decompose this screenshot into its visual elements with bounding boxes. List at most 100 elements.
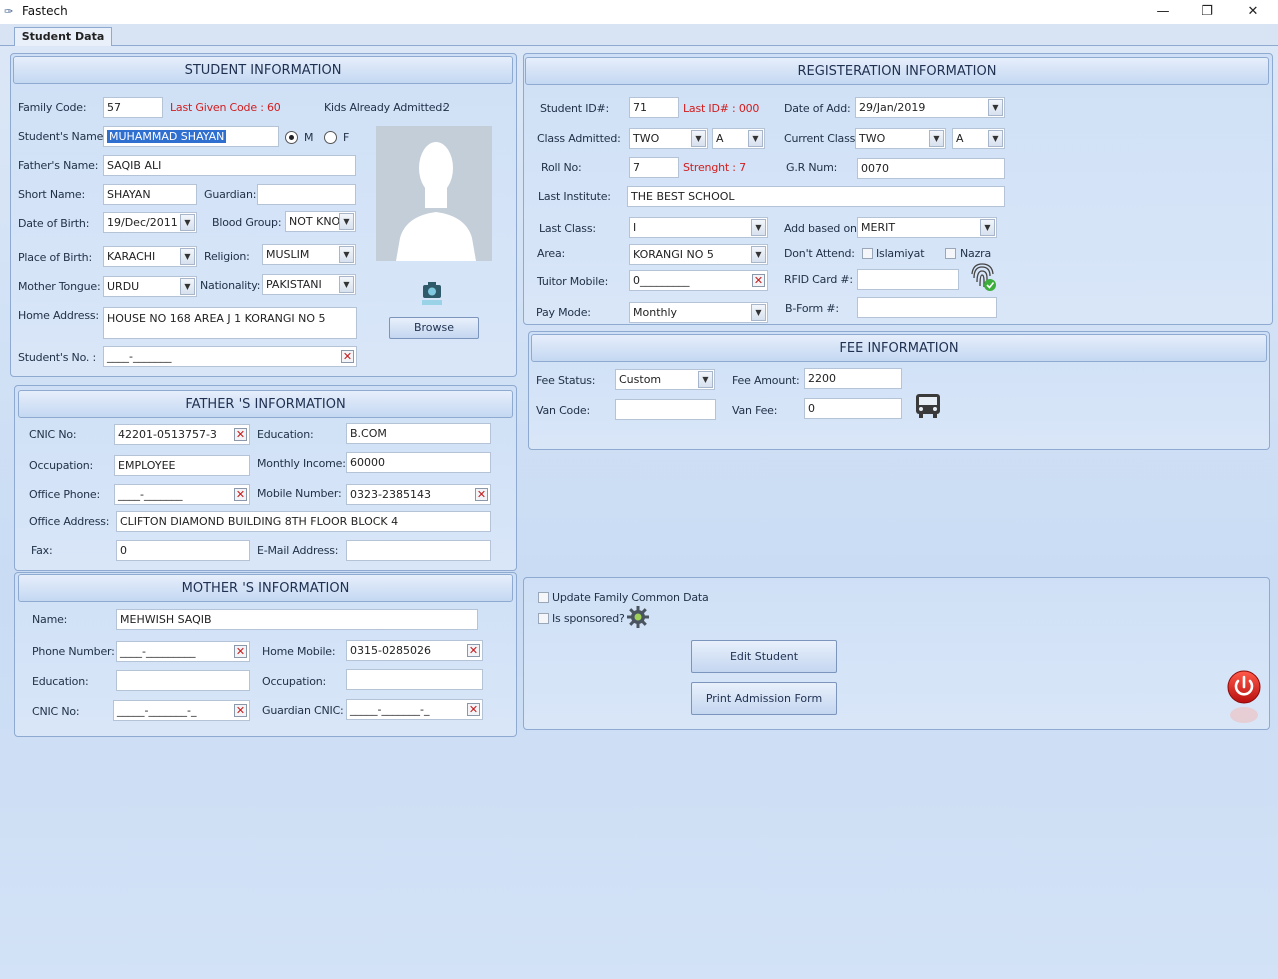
clear-x-icon[interactable]: ✕ — [752, 274, 765, 287]
office-address-input[interactable]: CLIFTON DIAMOND BUILDING 8TH FLOOR BLOCK… — [116, 511, 491, 532]
chevron-down-icon[interactable]: ▼ — [980, 219, 995, 236]
class-admitted-select[interactable]: TWO ▼ — [629, 128, 708, 149]
close-button[interactable]: ✕ — [1230, 1, 1276, 23]
chevron-down-icon[interactable]: ▼ — [691, 130, 706, 147]
father-cnic-input[interactable]: 42201-0513757-3 ✕ — [114, 424, 250, 445]
chevron-down-icon[interactable]: ▼ — [698, 371, 713, 388]
fax-input[interactable]: 0 — [116, 540, 250, 561]
gear-icon[interactable] — [626, 605, 650, 629]
gr-num-input[interactable]: 0070 — [857, 158, 1005, 179]
gender-f-radio[interactable] — [324, 131, 337, 144]
chevron-down-icon[interactable]: ▼ — [339, 276, 354, 293]
tuitor-mobile-value: 0_________ — [633, 274, 690, 287]
browse-button[interactable]: Browse — [389, 317, 479, 339]
pob-select[interactable]: KARACHI ▼ — [103, 246, 197, 267]
father-education-input[interactable]: B.COM — [346, 423, 491, 444]
nationality-select[interactable]: PAKISTANI ▼ — [262, 274, 356, 295]
clear-x-icon[interactable]: ✕ — [234, 428, 247, 441]
nazra-checkbox[interactable] — [945, 248, 956, 259]
clear-x-icon[interactable]: ✕ — [234, 488, 247, 501]
home-address-input[interactable]: HOUSE NO 168 AREA J 1 KORANGI NO 5 — [103, 307, 357, 339]
mother-name-input[interactable]: MEHWISH SAQIB — [116, 609, 478, 630]
chevron-down-icon[interactable]: ▼ — [988, 130, 1003, 147]
roll-no-input[interactable]: 7 — [629, 157, 679, 178]
bus-icon[interactable] — [913, 390, 943, 420]
power-icon[interactable] — [1226, 669, 1262, 725]
area-select[interactable]: KORANGI NO 5 ▼ — [629, 244, 768, 265]
last-class-select[interactable]: I ▼ — [629, 217, 768, 238]
print-admission-form-button[interactable]: Print Admission Form — [691, 682, 837, 715]
chevron-down-icon[interactable]: ▼ — [751, 246, 766, 263]
fee-amount-label: Fee Amount: — [732, 374, 800, 387]
fingerprint-icon[interactable] — [969, 262, 997, 292]
tuitor-mobile-input[interactable]: 0_________ ✕ — [629, 270, 768, 291]
student-id-input[interactable]: 71 — [629, 97, 679, 118]
van-code-input[interactable] — [615, 399, 716, 420]
restore-button[interactable]: ❐ — [1184, 1, 1230, 23]
guardian-input[interactable] — [257, 184, 356, 205]
chevron-down-icon[interactable]: ▼ — [751, 304, 766, 321]
person-silhouette-icon — [376, 126, 492, 261]
last-institute-input[interactable]: THE BEST SCHOOL — [627, 186, 1005, 207]
student-no-input[interactable]: ____-_______ ✕ — [103, 346, 357, 367]
mother-tongue-value: URDU — [107, 280, 140, 293]
app-title: Fastech — [22, 4, 68, 18]
dob-picker[interactable]: 19/Dec/2011 ▼ — [103, 212, 197, 233]
gender-m-radio[interactable] — [285, 131, 298, 144]
chevron-down-icon[interactable]: ▼ — [929, 130, 944, 147]
mobile-number-input[interactable]: 0323-2385143 ✕ — [346, 484, 491, 505]
clear-x-icon[interactable]: ✕ — [467, 703, 480, 716]
van-fee-input[interactable]: 0 — [804, 398, 902, 419]
chevron-down-icon[interactable]: ▼ — [339, 246, 354, 263]
fee-amount-input[interactable]: 2200 — [804, 368, 902, 389]
clear-x-icon[interactable]: ✕ — [234, 645, 247, 658]
add-based-on-select[interactable]: MERIT ▼ — [857, 217, 997, 238]
current-class-section-select[interactable]: A ▼ — [952, 128, 1005, 149]
chevron-down-icon[interactable]: ▼ — [180, 278, 195, 295]
student-name-input[interactable]: MUHAMMAD SHAYAN — [103, 126, 279, 147]
chevron-down-icon[interactable]: ▼ — [988, 99, 1003, 116]
mother-tongue-select[interactable]: URDU ▼ — [103, 276, 197, 297]
mother-cnic-input[interactable]: _____-_______-_ ✕ — [113, 700, 250, 721]
father-info-header: FATHER 'S INFORMATION — [18, 390, 513, 418]
home-mobile-input[interactable]: 0315-0285026 ✕ — [346, 640, 483, 661]
clear-x-icon[interactable]: ✕ — [234, 704, 247, 717]
short-name-input[interactable]: SHAYAN — [103, 184, 197, 205]
home-mobile-value: 0315-0285026 — [350, 644, 431, 657]
family-code-input[interactable]: 57 — [103, 97, 163, 118]
chevron-down-icon[interactable]: ▼ — [180, 248, 195, 265]
chevron-down-icon[interactable]: ▼ — [748, 130, 763, 147]
is-sponsored-checkbox[interactable] — [538, 613, 549, 624]
father-occupation-input[interactable]: EMPLOYEE — [114, 455, 250, 476]
mother-education-input[interactable] — [116, 670, 250, 691]
office-phone-input[interactable]: ____-_______ ✕ — [114, 484, 250, 505]
pob-value: KARACHI — [107, 250, 156, 263]
clear-x-icon[interactable]: ✕ — [467, 644, 480, 657]
chevron-down-icon[interactable]: ▼ — [339, 213, 354, 230]
clear-x-icon[interactable]: ✕ — [341, 350, 354, 363]
chevron-down-icon[interactable]: ▼ — [180, 214, 195, 231]
clear-x-icon[interactable]: ✕ — [475, 488, 488, 501]
fee-status-select[interactable]: Custom ▼ — [615, 369, 715, 390]
bform-input[interactable] — [857, 297, 997, 318]
current-class-select[interactable]: TWO ▼ — [855, 128, 946, 149]
update-family-checkbox[interactable] — [538, 592, 549, 603]
tab-student-data[interactable]: Student Data — [14, 27, 112, 46]
monthly-income-input[interactable]: 60000 — [346, 452, 491, 473]
guardian-cnic-input[interactable]: _____-_______-_ ✕ — [346, 699, 483, 720]
email-input[interactable] — [346, 540, 491, 561]
camera-icon[interactable] — [421, 280, 443, 306]
islamiyat-checkbox[interactable] — [862, 248, 873, 259]
rfid-input[interactable] — [857, 269, 959, 290]
blood-group-select[interactable]: NOT KNO ▼ — [285, 211, 356, 232]
father-name-input[interactable]: SAQIB ALI — [103, 155, 356, 176]
chevron-down-icon[interactable]: ▼ — [751, 219, 766, 236]
minimize-button[interactable]: — — [1140, 1, 1186, 23]
religion-select[interactable]: MUSLIM ▼ — [262, 244, 356, 265]
date-of-add-picker[interactable]: 29/Jan/2019 ▼ — [855, 97, 1005, 118]
class-admitted-section-select[interactable]: A ▼ — [712, 128, 765, 149]
mother-phone-input[interactable]: ____-_________ ✕ — [116, 641, 250, 662]
mother-occupation-input[interactable] — [346, 669, 483, 690]
edit-student-button[interactable]: Edit Student — [691, 640, 837, 673]
pay-mode-select[interactable]: Monthly ▼ — [629, 302, 768, 323]
